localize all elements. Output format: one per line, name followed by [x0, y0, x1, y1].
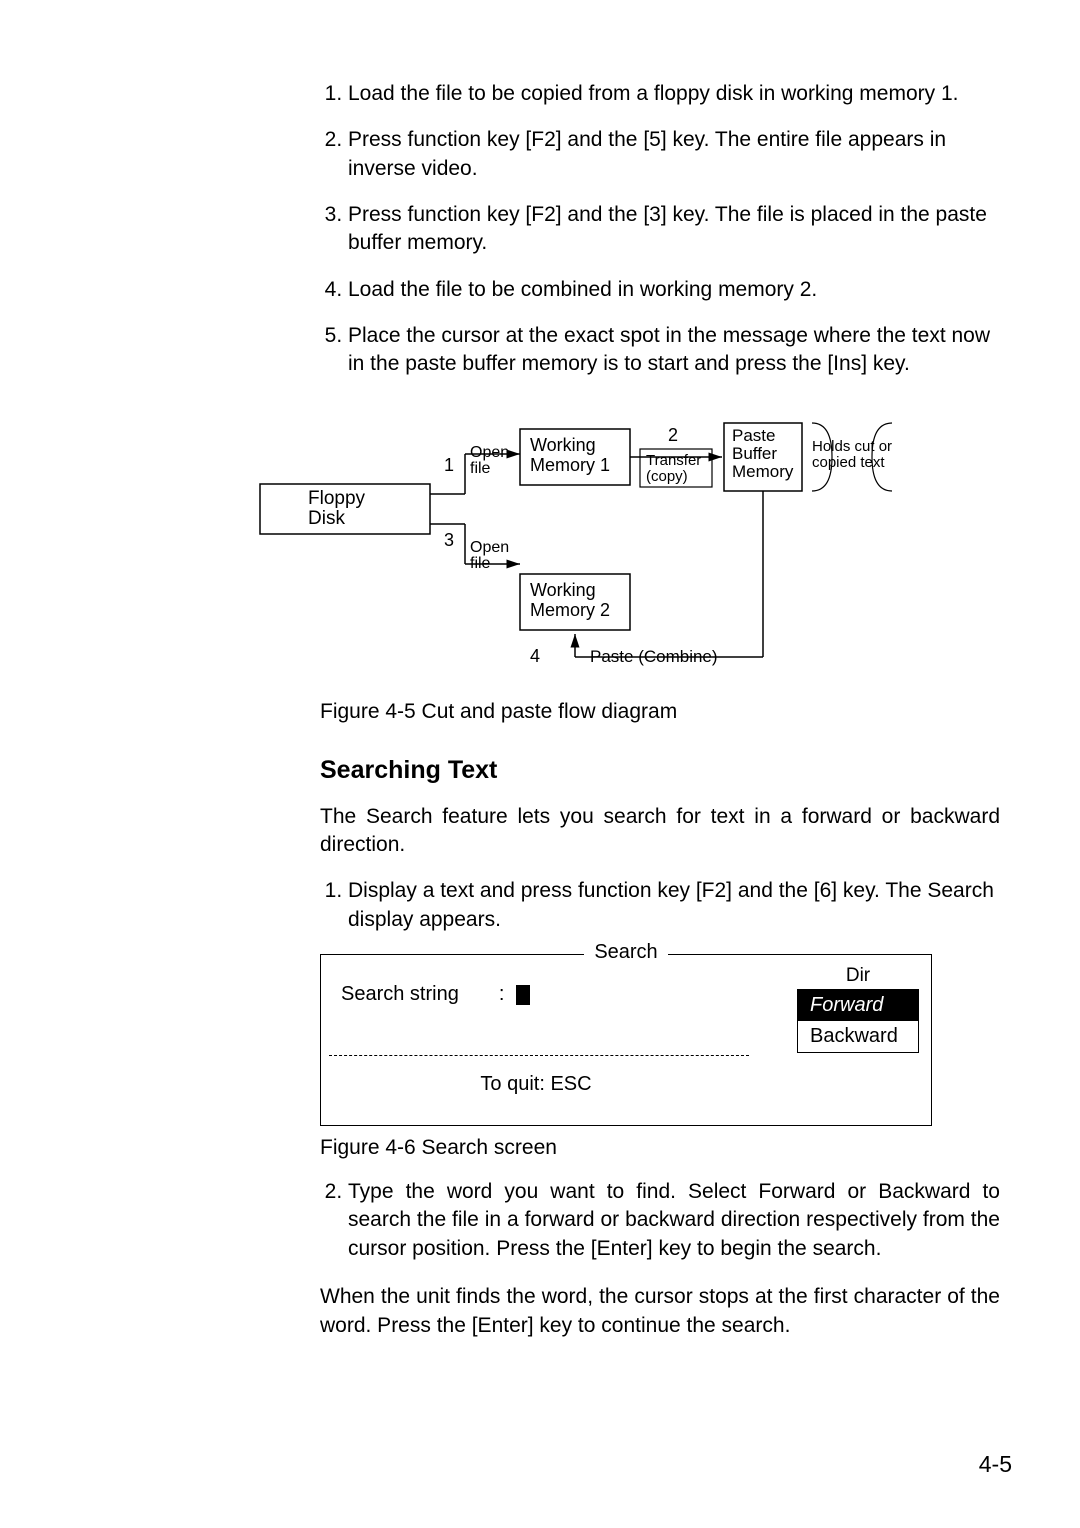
figure-4-6-caption: Figure 4-6 Search screen [320, 1136, 1000, 1160]
svg-text:file: file [470, 555, 491, 572]
step-item: Display a text and press function key [F… [348, 877, 1000, 934]
svg-text:Holds cut or: Holds cut or [812, 438, 892, 455]
step-item: Type the word you want to find. Select F… [348, 1178, 1000, 1263]
page-number: 4-5 [979, 1451, 1012, 1478]
svg-text:(copy): (copy) [646, 468, 688, 485]
dir-option-forward: Forward [798, 990, 918, 1021]
floppy-disk-label: Floppy [308, 488, 366, 509]
search-colon: : [499, 983, 505, 1005]
search-screen-illustration: Search Search string : To quit: ESC Dir … [320, 954, 932, 1126]
quit-hint: To quit: ESC [321, 1073, 751, 1096]
dir-label: Dir [797, 965, 919, 987]
svg-text:Working: Working [530, 580, 596, 600]
svg-text:Paste: Paste [732, 426, 775, 445]
cut-paste-diagram: Floppy Disk 1 Open file 3 Open file Work… [60, 399, 1020, 684]
svg-text:Memory: Memory [732, 462, 794, 481]
svg-text:Buffer: Buffer [732, 444, 777, 463]
dir-options: Forward Backward [797, 989, 919, 1053]
search-intro-para: The Search feature lets you search for t… [320, 803, 1000, 860]
divider-dashed [329, 1055, 749, 1056]
dir-option-backward: Backward [798, 1021, 918, 1052]
searching-text-heading: Searching Text [320, 756, 1000, 785]
cursor-icon [516, 985, 530, 1005]
diagram-step-2: 2 [668, 425, 678, 445]
svg-text:Open: Open [470, 539, 509, 556]
steps-list-b2: Type the word you want to find. Select F… [320, 1178, 1000, 1263]
paste-combine-label: Paste (Combine) [590, 647, 718, 666]
diagram-step-4: 4 [530, 646, 540, 666]
step-item: Load the file to be copied from a floppy… [348, 80, 1000, 108]
step-item: Press function key [F2] and the [5] key.… [348, 126, 1000, 183]
figure-4-5-caption: Figure 4-5 Cut and paste flow diagram [320, 700, 1000, 724]
search-result-para: When the unit finds the word, the cursor… [320, 1283, 1000, 1340]
svg-text:Transfer: Transfer [646, 452, 701, 469]
svg-text:Open: Open [470, 444, 509, 461]
step-item: Load the file to be combined in working … [348, 276, 1000, 304]
svg-text:Disk: Disk [308, 508, 345, 529]
search-string-label: Search string [341, 983, 459, 1006]
step-item: Place the cursor at the exact spot in th… [348, 322, 1000, 379]
diagram-step-3: 3 [444, 530, 454, 550]
steps-list-a: Load the file to be copied from a floppy… [320, 80, 1000, 379]
diagram-step-1: 1 [444, 455, 454, 475]
svg-text:Memory 1: Memory 1 [530, 455, 610, 475]
svg-text:copied text: copied text [812, 454, 885, 471]
search-box-title: Search [584, 941, 667, 963]
step-item: Press function key [F2] and the [3] key.… [348, 201, 1000, 258]
svg-text:file: file [470, 460, 491, 477]
svg-text:Working: Working [530, 435, 596, 455]
steps-list-b: Display a text and press function key [F… [320, 877, 1000, 934]
svg-text:Memory 2: Memory 2 [530, 600, 610, 620]
